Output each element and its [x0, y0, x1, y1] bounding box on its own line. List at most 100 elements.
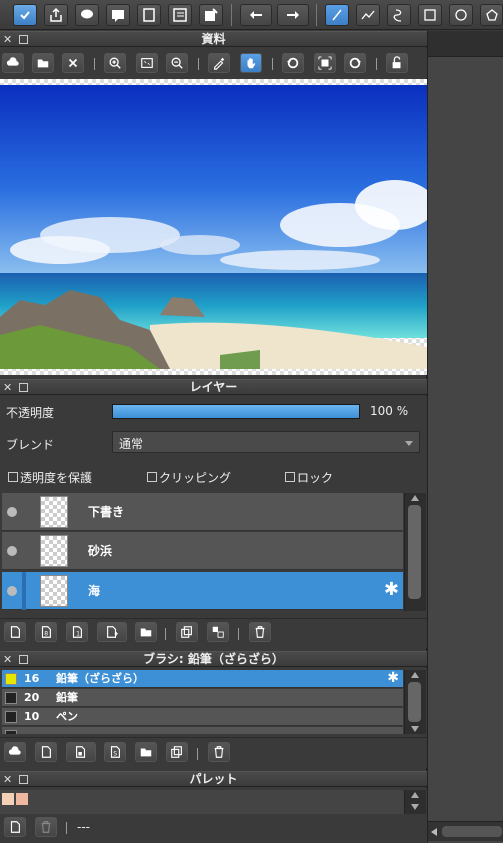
- brush-item-partial[interactable]: [2, 727, 403, 734]
- clipping-label: クリッピング: [159, 471, 232, 485]
- lock-checkbox[interactable]: [285, 472, 295, 482]
- delete-brush-button[interactable]: [208, 742, 230, 762]
- lock-button[interactable]: [386, 53, 408, 73]
- visibility-icon[interactable]: [7, 546, 17, 556]
- page-button[interactable]: [137, 4, 161, 26]
- visibility-icon[interactable]: [7, 507, 17, 517]
- curve-tool[interactable]: [387, 4, 411, 26]
- horizontal-scrollbar[interactable]: [428, 821, 503, 841]
- detach-icon[interactable]: [19, 383, 28, 392]
- close-icon[interactable]: ✕: [3, 652, 12, 667]
- layer-row-selected[interactable]: 海 ✱: [2, 572, 403, 610]
- redo-button[interactable]: [277, 4, 309, 26]
- brush-scrollbar[interactable]: [404, 670, 426, 734]
- duplicate-layer-button[interactable]: [176, 622, 198, 642]
- new-folder-button[interactable]: [135, 622, 157, 642]
- opacity-slider[interactable]: [112, 404, 360, 419]
- zoom-in-icon: [109, 57, 121, 69]
- center-button[interactable]: [314, 53, 336, 73]
- delete-palette-button[interactable]: [35, 817, 57, 837]
- eyedropper-icon: [214, 57, 225, 70]
- visibility-icon[interactable]: [7, 586, 17, 596]
- zoom-out-button[interactable]: [166, 53, 188, 73]
- polyline-tool[interactable]: [356, 4, 380, 26]
- rotate-left-button[interactable]: [282, 53, 304, 73]
- protect-alpha-checkbox[interactable]: [8, 472, 18, 482]
- comment-button[interactable]: [106, 4, 130, 26]
- gear-icon[interactable]: ✱: [384, 581, 399, 599]
- add-layer-menu-button[interactable]: [97, 622, 127, 642]
- rotate-right-button[interactable]: [344, 53, 366, 73]
- new-layer-button[interactable]: [4, 622, 26, 642]
- blend-select[interactable]: 通常: [112, 431, 420, 453]
- reference-image[interactable]: [0, 79, 427, 375]
- layer-row[interactable]: 砂浜: [2, 532, 403, 570]
- scroll-thumb[interactable]: [442, 826, 502, 837]
- layer-title: レイヤー: [189, 380, 238, 394]
- scroll-thumb[interactable]: [408, 505, 421, 599]
- comment-icon: [112, 10, 124, 22]
- eyedropper-button[interactable]: [208, 53, 230, 73]
- line-tool[interactable]: [325, 4, 349, 26]
- new-brush-button[interactable]: [35, 742, 57, 762]
- detach-icon[interactable]: [19, 35, 28, 44]
- brush-item[interactable]: 10 ペン: [2, 708, 403, 726]
- new-1bit-layer-button[interactable]: 1: [66, 622, 88, 642]
- polyline-icon: [361, 10, 375, 20]
- scroll-up-icon[interactable]: [411, 495, 419, 501]
- brush-color-swatch: [5, 692, 17, 704]
- open-folder-button[interactable]: [32, 53, 54, 73]
- brush-folder-button[interactable]: [135, 742, 157, 762]
- share-button[interactable]: [44, 4, 68, 26]
- script-brush-button[interactable]: S: [104, 742, 126, 762]
- delete-layer-button[interactable]: [249, 622, 271, 642]
- polygon-tool[interactable]: [480, 4, 503, 26]
- list-button[interactable]: [168, 4, 192, 26]
- palette-color[interactable]: [2, 793, 14, 805]
- brush-name: 鉛筆（ざらざら）: [56, 672, 144, 685]
- brush-item-selected[interactable]: 16 鉛筆（ざらざら） ✱: [2, 670, 403, 688]
- scroll-thumb[interactable]: [408, 682, 421, 722]
- divider: [66, 822, 67, 834]
- scroll-down-icon[interactable]: [411, 804, 419, 810]
- undo-button[interactable]: [240, 4, 272, 26]
- close-icon[interactable]: ✕: [3, 32, 12, 47]
- rect-tool[interactable]: [418, 4, 442, 26]
- layer-scrollbar[interactable]: [404, 493, 426, 611]
- new-8bit-layer-button[interactable]: 8: [35, 622, 57, 642]
- gear-icon[interactable]: ✱: [387, 670, 399, 687]
- palette-color[interactable]: [16, 793, 28, 805]
- zoom-in-button[interactable]: [104, 53, 126, 73]
- detach-icon[interactable]: [19, 775, 28, 784]
- new-palette-button[interactable]: [4, 817, 26, 837]
- cloud-brush-button[interactable]: [4, 742, 26, 762]
- clipping-checkbox[interactable]: [147, 472, 157, 482]
- close-icon[interactable]: ✕: [3, 772, 12, 787]
- checklist-button[interactable]: [199, 4, 223, 26]
- speech-button[interactable]: [75, 4, 99, 26]
- circle-tool[interactable]: [449, 4, 473, 26]
- cloud-open-button[interactable]: [2, 53, 24, 73]
- close-icon[interactable]: ✕: [3, 380, 12, 395]
- close-reference-button[interactable]: [62, 53, 84, 73]
- scroll-left-icon[interactable]: [431, 828, 437, 836]
- fit-button[interactable]: [136, 53, 158, 73]
- layer-row[interactable]: 下書き: [2, 493, 403, 531]
- scroll-up-icon[interactable]: [411, 672, 419, 678]
- detach-icon[interactable]: [19, 655, 28, 664]
- merge-layer-button[interactable]: [207, 622, 229, 642]
- scroll-down-icon[interactable]: [411, 726, 419, 732]
- brush-item[interactable]: 20 鉛筆: [2, 689, 403, 707]
- hand-button[interactable]: [240, 53, 262, 73]
- brush-size: 10: [24, 710, 40, 723]
- reference-panel-header: ✕ 資料: [0, 31, 427, 47]
- canvas-area[interactable]: [428, 31, 503, 843]
- cloud-open-icon: [8, 746, 21, 755]
- duplicate-brush-button[interactable]: [166, 742, 188, 762]
- palette-scrollbar[interactable]: [404, 790, 426, 814]
- save-cloud-button[interactable]: [13, 4, 37, 26]
- scroll-up-icon[interactable]: [411, 792, 419, 798]
- page-icon: [143, 8, 155, 22]
- folder-icon: [140, 628, 152, 637]
- add-brush-menu-button[interactable]: [66, 742, 96, 762]
